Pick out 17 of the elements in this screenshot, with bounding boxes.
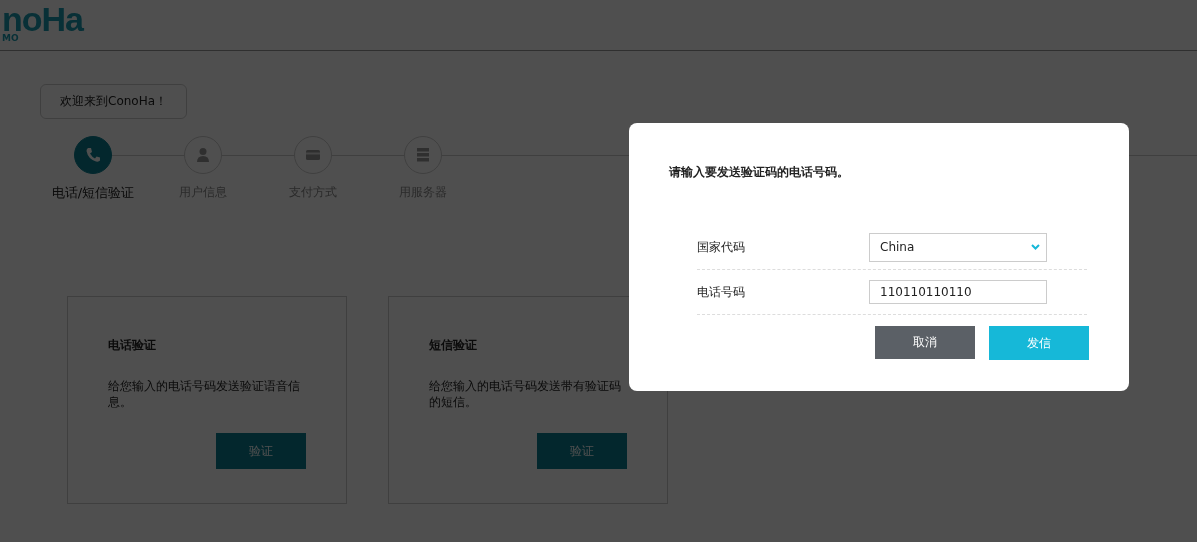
card-title: 电话验证 <box>108 337 157 354</box>
cancel-button[interactable]: 取消 <box>875 326 975 359</box>
chevron-down-icon <box>1031 244 1040 250</box>
user-icon <box>194 146 212 164</box>
field-label: 国家代码 <box>697 238 746 256</box>
card-title: 短信验证 <box>429 337 478 354</box>
card-description: 给您输入的电话号码发送带有验证码的短信。 <box>429 378 622 410</box>
card-description: 给您输入的电话号码发送验证语音信息。 <box>108 378 301 410</box>
dialog-title: 请输入要发送验证码的电话号码。 <box>669 164 850 181</box>
welcome-tooltip: 欢迎来到ConoHa！ <box>40 84 188 119</box>
server-icon <box>414 146 432 164</box>
phone-icon <box>84 146 102 164</box>
phone-input[interactable]: 110110110110 <box>869 280 1047 304</box>
step-label: 电话/短信验证 <box>51 184 135 202</box>
logo: noHa MO <box>2 2 83 43</box>
field-label: 电话号码 <box>697 283 746 301</box>
country-select[interactable]: China <box>869 232 1047 262</box>
